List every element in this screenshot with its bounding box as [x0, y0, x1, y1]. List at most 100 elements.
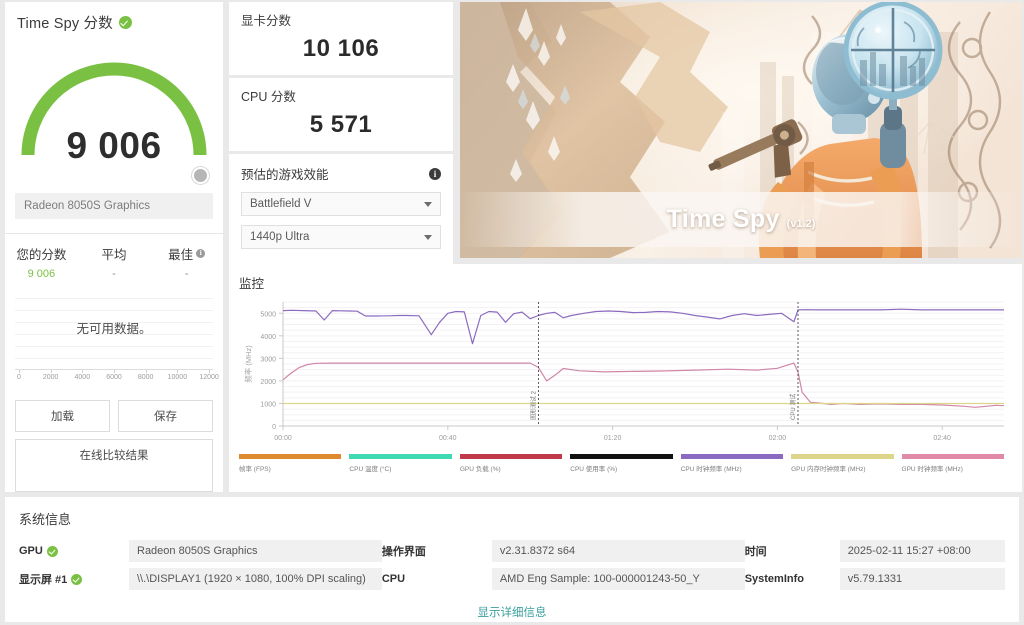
- benchmark-title-row: Time Spy 分数: [5, 2, 223, 35]
- svg-text:02:40: 02:40: [933, 435, 951, 442]
- system-info-row-cpu: CPU AMD Eng Sample: 100-000001243-50_Y: [382, 568, 745, 590]
- system-info-grid: GPU Radeon 8050S Graphics 显示屏 #1 \\.\DIS…: [19, 540, 1005, 590]
- score-gauge: 9 006: [5, 39, 223, 191]
- gpu-value: Radeon 8050S Graphics: [129, 540, 382, 562]
- cpu-key-label: CPU: [382, 573, 492, 585]
- benchmark-hero-image: Time Spy (v1.2): [460, 2, 1022, 258]
- estimate-title: 预估的游戏效能: [241, 164, 329, 183]
- legend-label: GPU 负载 (%): [460, 463, 562, 473]
- gauge-knob: [192, 167, 209, 184]
- gpu-name-label: Radeon 8050S Graphics: [15, 193, 213, 219]
- svg-text:00:00: 00:00: [274, 435, 292, 442]
- legend-color-swatch: [791, 454, 893, 459]
- average-value: -: [78, 268, 151, 280]
- 3dmark-result-window: Time Spy 分数 9 006 Radeon 8050S Graphics …: [0, 0, 1024, 625]
- svg-text:5000: 5000: [260, 311, 276, 318]
- legend-item[interactable]: 帧率 (FPS): [239, 454, 349, 473]
- display-key-label: 显示屏 #1: [19, 571, 67, 587]
- show-details-link[interactable]: 显示详细信息: [19, 604, 1005, 620]
- system-info-column-1: GPU Radeon 8050S Graphics 显示屏 #1 \\.\DIS…: [19, 540, 382, 590]
- histogram-tick-5: 10000: [168, 374, 187, 381]
- sysinfo-value: v5.79.1331: [840, 568, 1005, 590]
- score-cell-average: 平均 -: [78, 244, 151, 280]
- histogram-axis: 0 2000 4000 6000 8000 10000 12000: [15, 370, 213, 386]
- game-select-value: Battlefield V: [250, 198, 311, 210]
- info-icon[interactable]: i: [196, 249, 205, 258]
- histogram-empty-text: 无可用数据。: [15, 318, 213, 337]
- score-comparison-row: 您的分数 9 006 平均 - 最佳 i -: [5, 233, 223, 280]
- legend-item[interactable]: CPU 使用率 (%): [570, 454, 680, 473]
- legend-color-swatch: [239, 454, 341, 459]
- svg-text:频率 (MHz): 频率 (MHz): [243, 345, 253, 383]
- gpu-score-value: 10 106: [241, 35, 441, 63]
- svg-text:3000: 3000: [260, 356, 276, 363]
- legend-item[interactable]: GPU 负载 (%): [460, 454, 570, 473]
- legend-color-swatch: [570, 454, 672, 459]
- legend-label: CPU 时钟频率 (MHz): [681, 463, 783, 473]
- monitoring-title: 监控: [239, 273, 1012, 292]
- system-info-column-3: 时间 2025-02-11 15:27 +08:00 SystemInfo v5…: [745, 540, 1005, 590]
- game-select[interactable]: Battlefield V: [241, 192, 441, 216]
- system-info-column-2: 操作界面 v2.31.8372 s64 CPU AMD Eng Sample: …: [382, 540, 745, 590]
- chevron-down-icon: [424, 202, 432, 207]
- legend-label: CPU 使用率 (%): [570, 463, 672, 473]
- cpu-value: AMD Eng Sample: 100-000001243-50_Y: [492, 568, 745, 590]
- page-title: Time Spy 分数: [17, 12, 113, 33]
- best-label: 最佳: [168, 244, 193, 263]
- ui-value: v2.31.8372 s64: [492, 540, 745, 562]
- histogram-tick-3: 6000: [106, 374, 122, 381]
- legend-color-swatch: [902, 454, 1004, 459]
- sub-scores-column: 显卡分数 10 106 CPU 分数 5 571 预估的游戏效能 i Battl…: [229, 2, 453, 302]
- legend-label: 帧率 (FPS): [239, 463, 341, 473]
- preset-select-value: 1440p Ultra: [250, 231, 309, 243]
- gpu-score-label: 显卡分数: [241, 10, 441, 29]
- histogram-tick-2: 4000: [75, 374, 91, 381]
- legend-item[interactable]: CPU 温度 (°C): [349, 454, 459, 473]
- legend-item[interactable]: GPU 时钟频率 (MHz): [902, 454, 1012, 473]
- system-info-key: GPU: [19, 545, 129, 557]
- monitoring-panel: 监控 010002000300040005000频率 (MHz)00:0000:…: [229, 264, 1022, 492]
- legend-label: CPU 温度 (°C): [349, 463, 451, 473]
- cpu-score-label: CPU 分数: [241, 86, 441, 105]
- system-info-key: 显示屏 #1: [19, 571, 129, 587]
- histogram-tick-6: 12000: [199, 374, 218, 381]
- best-value: -: [150, 268, 223, 280]
- score-panel: Time Spy 分数 9 006 Radeon 8050S Graphics …: [5, 2, 223, 492]
- cpu-score-value: 5 571: [241, 111, 441, 139]
- display-value: \\.\DISPLAY1 (1920 × 1080, 100% DPI scal…: [129, 568, 382, 590]
- legend-label: GPU 时钟频率 (MHz): [902, 463, 1004, 473]
- save-button[interactable]: 保存: [118, 400, 213, 432]
- time-value: 2025-02-11 15:27 +08:00: [840, 540, 1005, 562]
- monitoring-legend: 帧率 (FPS) CPU 温度 (°C) GPU 负载 (%) CPU 使用率 (%)…: [239, 454, 1012, 473]
- histogram-tick-1: 2000: [43, 374, 59, 381]
- legend-color-swatch: [460, 454, 562, 459]
- info-icon[interactable]: i: [429, 168, 441, 180]
- hero-title-band: Time Spy (v1.2): [460, 192, 1022, 247]
- system-info-row-time: 时间 2025-02-11 15:27 +08:00: [745, 540, 1005, 562]
- gpu-score-card: 显卡分数 10 106: [229, 2, 453, 75]
- monitoring-chart: 010002000300040005000频率 (MHz)00:0000:400…: [239, 296, 1012, 446]
- sysinfo-key-label: SystemInfo: [745, 573, 840, 585]
- system-info-row-sysinfo: SystemInfo v5.79.1331: [745, 568, 1005, 590]
- action-button-row: 加载 保存: [15, 400, 213, 432]
- verified-check-icon: [71, 574, 82, 585]
- chevron-down-icon: [424, 235, 432, 240]
- svg-text:00:40: 00:40: [439, 435, 457, 442]
- legend-item[interactable]: CPU 时钟频率 (MHz): [681, 454, 791, 473]
- legend-item[interactable]: GPU 内存时钟频率 (MHz): [791, 454, 901, 473]
- preset-select[interactable]: 1440p Ultra: [241, 225, 441, 249]
- score-histogram: 无可用数据。: [15, 290, 213, 370]
- svg-text:02:00: 02:00: [769, 435, 787, 442]
- legend-color-swatch: [349, 454, 451, 459]
- hero-version: (v1.2): [787, 218, 816, 230]
- ui-key-label: 操作界面: [382, 543, 492, 559]
- compare-online-button[interactable]: 在线比较结果: [15, 439, 213, 492]
- score-cell-best: 最佳 i -: [150, 244, 223, 280]
- your-score-label: 您的分数: [16, 244, 66, 263]
- load-button[interactable]: 加载: [15, 400, 110, 432]
- svg-text:01:20: 01:20: [604, 435, 622, 442]
- histogram-tick-4: 8000: [138, 374, 154, 381]
- your-score-value: 9 006: [5, 268, 78, 280]
- legend-label: GPU 内存时钟频率 (MHz): [791, 463, 893, 473]
- gauge-score-value: 9 006: [5, 125, 223, 167]
